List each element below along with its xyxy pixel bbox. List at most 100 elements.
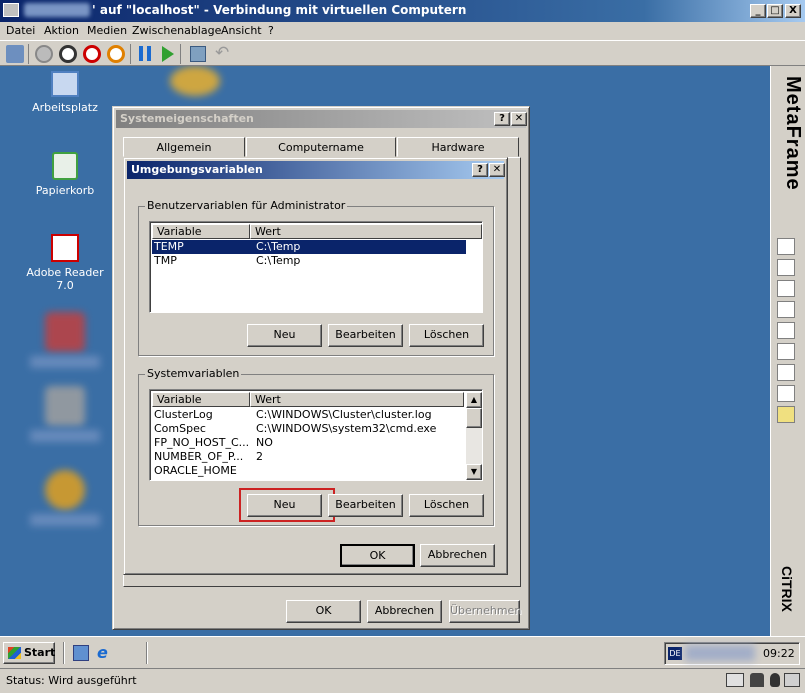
scroll-up-button[interactable]: ▲	[466, 392, 482, 408]
help-button[interactable]: ?	[494, 112, 510, 126]
language-indicator[interactable]: DE	[668, 647, 682, 660]
tree-icon[interactable]	[777, 364, 795, 381]
system-edit-button[interactable]: Bearbeiten	[328, 494, 403, 517]
user-delete-button[interactable]: Löschen	[409, 324, 484, 347]
taskbar-separator	[146, 642, 148, 664]
blurred-desktop-icon	[45, 470, 85, 510]
chart-icon[interactable]	[777, 280, 795, 297]
close-button[interactable]: ✕	[489, 163, 505, 177]
close-button[interactable]: X	[785, 4, 801, 18]
ok-button[interactable]: OK	[340, 544, 415, 567]
tab-computername[interactable]: Computername	[246, 137, 396, 157]
scroll-down-button[interactable]: ▼	[466, 464, 482, 480]
system-properties-titlebar[interactable]: Systemeigenschaften ? ✕	[116, 110, 527, 128]
blurred-label	[30, 356, 100, 368]
status-bar: Status: Wird ausgeführt	[0, 668, 805, 693]
toolbar-separator	[28, 44, 29, 64]
recycle-bin-icon	[52, 152, 78, 180]
environment-variables-dialog: Umgebungsvariablen ? ✕ Benutzervariablen…	[123, 157, 508, 575]
start-icon[interactable]	[162, 46, 174, 62]
stop-icon[interactable]	[59, 45, 77, 63]
system-variable-row[interactable]: NUMBER_OF_P... 2	[152, 450, 466, 464]
user-variable-row[interactable]: TEMP C:\Temp	[152, 240, 466, 254]
blurred-label	[30, 514, 100, 526]
minimize-button[interactable]: _	[750, 4, 766, 18]
tab-allgemein[interactable]: Allgemein	[123, 137, 245, 157]
start-button[interactable]: Start	[3, 642, 55, 664]
system-variables-scrollbar[interactable]: ▲ ▼	[466, 392, 482, 480]
variable-name: ComSpec	[154, 422, 206, 435]
snapshot-icon[interactable]	[190, 46, 206, 62]
user-new-button[interactable]: Neu	[247, 324, 322, 347]
citrix-logo: CiTRIX	[779, 566, 795, 612]
vm-name-redacted	[24, 3, 90, 17]
system-new-button[interactable]: Neu	[247, 494, 322, 517]
settings-icon[interactable]	[777, 238, 795, 255]
search-icon[interactable]	[777, 259, 795, 276]
computer-icon	[51, 71, 79, 97]
column-header-variable[interactable]: Variable	[152, 392, 250, 407]
mouse-icon	[770, 673, 780, 687]
system-delete-button[interactable]: Löschen	[409, 494, 484, 517]
column-header-wert[interactable]: Wert	[250, 392, 464, 407]
network-icon[interactable]	[777, 322, 795, 339]
variable-value: C:\WINDOWS\Cluster\cluster.log	[256, 408, 432, 421]
ok-button[interactable]: OK	[286, 600, 361, 623]
desktop-icon-adobe-reader[interactable]: Adobe Reader 7.0	[20, 234, 110, 292]
vm-connection-icon	[3, 3, 19, 17]
system-tray: DE 09:22	[664, 642, 800, 665]
vm-window-titlebar[interactable]: ' auf "localhost" - Verbindung mit virtu…	[0, 0, 805, 22]
user-edit-button[interactable]: Bearbeiten	[328, 324, 403, 347]
menu-medien[interactable]: Medien	[87, 24, 127, 37]
pause-icon[interactable]	[139, 46, 151, 61]
menu-zwischenablage[interactable]: Zwischenablage	[132, 24, 221, 37]
desktop-icon-papierkorb[interactable]: Papierkorb	[20, 152, 110, 197]
ctrl-alt-del-icon[interactable]	[6, 45, 24, 63]
close-button[interactable]: ✕	[511, 112, 527, 126]
menu-ansicht[interactable]: Ansicht	[221, 24, 262, 37]
remote-desktop[interactable]: Arbeitsplatz Papierkorb Adobe Reader 7.0…	[0, 66, 770, 636]
system-variables-label: Systemvariablen	[145, 367, 242, 380]
user-variable-row[interactable]: TMP C:\Temp	[152, 254, 466, 268]
variable-name: ORACLE_HOME	[154, 464, 237, 477]
apply-button[interactable]: Übernehmen	[449, 600, 521, 623]
desktop-icon[interactable]	[73, 645, 89, 661]
clock[interactable]: 09:22	[763, 647, 795, 660]
power-icon[interactable]	[35, 45, 53, 63]
help-button[interactable]: ?	[472, 163, 488, 177]
system-variable-row[interactable]: ORACLE_HOME	[152, 464, 466, 478]
lock-icon	[750, 673, 764, 687]
keyboard-icon	[726, 673, 744, 687]
disconnect-icon[interactable]	[777, 343, 795, 360]
network-status-icon	[784, 673, 800, 687]
column-header-variable[interactable]: Variable	[152, 224, 250, 239]
menu-help[interactable]: ?	[268, 24, 274, 37]
desktop-icon-arbeitsplatz[interactable]: Arbeitsplatz	[20, 71, 110, 114]
system-variable-row[interactable]: ComSpec C:\WINDOWS\system32\cmd.exe	[152, 422, 466, 436]
metaframe-sidebar: MetaFrame CiTRIX	[770, 66, 805, 636]
tab-hardware[interactable]: Hardware	[397, 137, 519, 157]
monitor-icon[interactable]	[777, 301, 795, 318]
window-icon[interactable]	[777, 385, 795, 402]
folder-icon[interactable]	[777, 406, 795, 423]
dialog-title: Umgebungsvariablen	[131, 163, 263, 176]
shutdown-icon[interactable]	[83, 45, 101, 63]
user-variables-list[interactable]: Variable Wert TEMP C:\Temp TMP C:\Temp	[149, 221, 483, 313]
system-variable-row[interactable]: FP_NO_HOST_C... NO	[152, 436, 466, 450]
maximize-button[interactable]: □	[767, 4, 783, 18]
cancel-button[interactable]: Abbrechen	[367, 600, 442, 623]
scroll-thumb[interactable]	[466, 408, 482, 428]
system-variable-row[interactable]: ClusterLog C:\WINDOWS\Cluster\cluster.lo…	[152, 408, 466, 422]
reset-icon[interactable]	[107, 45, 125, 63]
cancel-button[interactable]: Abbrechen	[420, 544, 495, 567]
user-variables-label: Benutzervariablen für Administrator	[145, 199, 348, 212]
desktop-icon-label: Arbeitsplatz	[32, 101, 98, 114]
undo-icon[interactable]: ↶	[215, 43, 229, 63]
system-variables-list[interactable]: Variable Wert ClusterLog C:\WINDOWS\Clus…	[149, 389, 483, 481]
menu-datei[interactable]: Datei	[6, 24, 35, 37]
user-variables-group: Benutzervariablen für Administrator Vari…	[138, 199, 494, 356]
environment-variables-titlebar[interactable]: Umgebungsvariablen ? ✕	[127, 161, 505, 179]
menu-aktion[interactable]: Aktion	[44, 24, 79, 37]
column-header-wert[interactable]: Wert	[250, 224, 482, 239]
internet-explorer-icon[interactable]: e	[97, 643, 108, 662]
